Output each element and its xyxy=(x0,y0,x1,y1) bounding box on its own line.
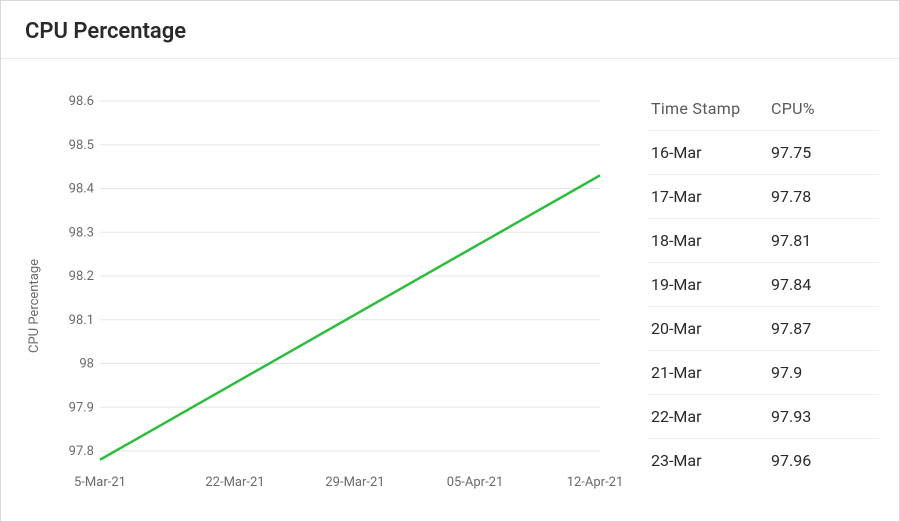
y-tick-label: 98.6 xyxy=(69,94,94,109)
table-row: 22-Mar 97.93 xyxy=(647,394,879,438)
cell-cpu: 97.78 xyxy=(771,187,879,206)
y-axis-title: CPU Percentage xyxy=(27,259,42,353)
y-tick-label: 98 xyxy=(79,357,94,372)
x-tick-label: 05-Apr-21 xyxy=(447,475,504,490)
y-tick-label: 98.2 xyxy=(69,269,94,284)
table-row: 23-Mar 97.96 xyxy=(647,438,879,482)
cell-cpu: 97.87 xyxy=(771,319,879,338)
cell-timestamp: 20-Mar xyxy=(651,319,771,338)
x-tick-label: 22-Mar-21 xyxy=(205,475,264,490)
y-tick-label: 98.4 xyxy=(69,182,95,197)
x-tick-labels: 5-Mar-21 22-Mar-21 29-Mar-21 05-Apr-21 1… xyxy=(74,475,623,490)
table-row: 18-Mar 97.81 xyxy=(647,218,879,262)
series-line-cpu xyxy=(100,175,600,459)
data-table: Time Stamp CPU% 16-Mar 97.75 17-Mar 97.7… xyxy=(629,71,879,511)
table-row: 20-Mar 97.87 xyxy=(647,306,879,350)
chart-title: CPU Percentage xyxy=(1,1,899,59)
cell-cpu: 97.81 xyxy=(771,231,879,250)
y-tick-label: 97.9 xyxy=(69,400,94,415)
x-tick-label: 12-Apr-21 xyxy=(567,475,624,490)
cell-timestamp: 21-Mar xyxy=(651,363,771,382)
x-tick-label: 29-Mar-21 xyxy=(325,475,384,490)
table-row: 21-Mar 97.9 xyxy=(647,350,879,394)
cell-timestamp: 22-Mar xyxy=(651,407,771,426)
table-header: Time Stamp CPU% xyxy=(647,91,879,130)
cell-cpu: 97.93 xyxy=(771,407,879,426)
table-row: 17-Mar 97.78 xyxy=(647,174,879,218)
table-row: 19-Mar 97.84 xyxy=(647,262,879,306)
cell-cpu: 97.75 xyxy=(771,143,879,162)
cell-cpu: 97.9 xyxy=(771,363,879,382)
chart-area: CPU Percentage 97.8 97.9 xyxy=(11,71,629,511)
line-chart: CPU Percentage 97.8 97.9 xyxy=(11,71,629,511)
y-tick-label: 98.5 xyxy=(69,138,94,153)
y-tick-label: 98.3 xyxy=(69,225,94,240)
y-tick-label: 97.8 xyxy=(69,444,94,459)
cell-cpu: 97.96 xyxy=(771,451,879,470)
y-tick-labels: 97.8 97.9 98 98.1 98.2 98.3 98.4 98.5 98… xyxy=(69,94,95,459)
table-header-timestamp: Time Stamp xyxy=(651,99,771,118)
cell-timestamp: 23-Mar xyxy=(651,451,771,470)
y-tick-label: 98.1 xyxy=(69,313,94,328)
cell-timestamp: 18-Mar xyxy=(651,231,771,250)
y-grid xyxy=(100,101,600,451)
cell-cpu: 97.84 xyxy=(771,275,879,294)
table-row: 16-Mar 97.75 xyxy=(647,130,879,174)
cell-timestamp: 19-Mar xyxy=(651,275,771,294)
cell-timestamp: 16-Mar xyxy=(651,143,771,162)
widget-card: CPU Percentage CPU Percentage xyxy=(0,0,900,522)
content-row: CPU Percentage 97.8 97.9 xyxy=(1,61,899,521)
x-tick-label: 5-Mar-21 xyxy=(74,475,126,490)
table-header-cpu: CPU% xyxy=(771,99,879,118)
cell-timestamp: 17-Mar xyxy=(651,187,771,206)
